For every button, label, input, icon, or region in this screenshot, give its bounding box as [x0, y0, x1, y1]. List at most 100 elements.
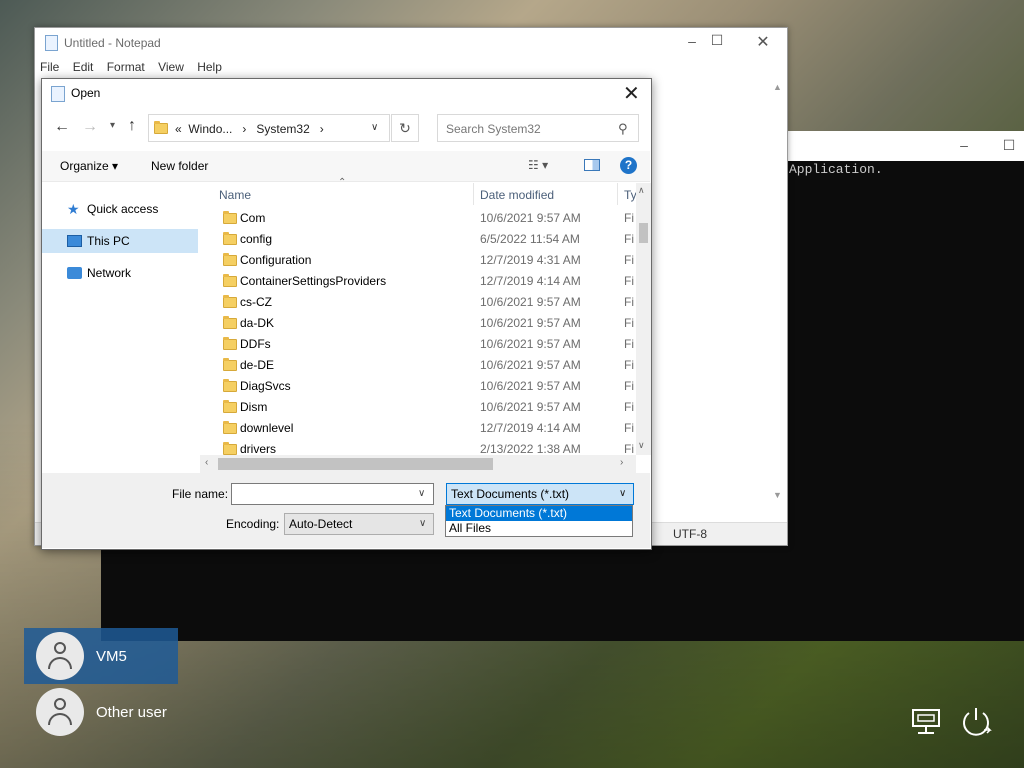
scrollbar-thumb[interactable] — [218, 458, 493, 470]
chevron-down-icon[interactable]: ∨ — [418, 488, 425, 499]
console-maximize-button[interactable]: ☐ — [986, 137, 1024, 154]
file-type-option-txt[interactable]: Text Documents (*.txt) — [446, 506, 632, 521]
list-item[interactable]: downlevel 12/7/2019 4:14 AM Fi — [214, 418, 634, 439]
console-minimize-button[interactable]: – — [941, 137, 987, 153]
refresh-button[interactable]: ↻ — [391, 114, 419, 142]
file-type-select[interactable]: Text Documents (*.txt) ∨ — [446, 483, 634, 505]
file-type: Fi — [624, 442, 634, 456]
folder-icon — [223, 253, 237, 266]
file-name: config — [240, 232, 273, 246]
column-header-type[interactable]: Ty — [624, 188, 637, 202]
notepad-icon — [45, 35, 58, 51]
file-date: 10/6/2021 9:57 AM — [480, 211, 581, 225]
dialog-close-button[interactable]: ✕ — [623, 81, 640, 106]
nav-quick-access[interactable]: ★ Quick access — [42, 197, 198, 221]
file-name: da-DK — [240, 316, 275, 330]
breadcrumb-overflow[interactable]: « — [175, 122, 182, 136]
forward-arrow-icon[interactable]: → — [82, 118, 98, 136]
help-icon[interactable]: ? — [620, 157, 637, 174]
view-options-icon[interactable]: ☷ ▾ — [528, 158, 548, 172]
breadcrumb-windows[interactable]: Windo... — [188, 122, 232, 136]
open-dialog: Open ✕ ← → ▾ ↑ « Windo... › System32 › ∨… — [41, 78, 652, 550]
list-item[interactable]: da-DK 10/6/2021 9:57 AM Fi — [214, 313, 634, 334]
nav-network[interactable]: Network — [42, 261, 198, 285]
network-status-icon[interactable] — [910, 706, 944, 738]
folder-icon — [223, 232, 237, 245]
column-divider[interactable] — [617, 183, 618, 205]
file-type: Fi — [624, 253, 634, 267]
list-item[interactable]: Configuration 12/7/2019 4:31 AM Fi — [214, 250, 634, 271]
list-item[interactable]: DiagSvcs 10/6/2021 9:57 AM Fi — [214, 376, 634, 397]
file-date: 10/6/2021 9:57 AM — [480, 337, 581, 351]
power-icon[interactable] — [958, 704, 994, 740]
file-name: DiagSvcs — [240, 379, 291, 393]
menu-help[interactable]: Help — [192, 58, 227, 76]
breadcrumb-separator: › — [242, 122, 247, 136]
menu-view[interactable]: View — [153, 58, 189, 76]
back-arrow-icon[interactable]: ← — [54, 118, 70, 136]
encoding-select[interactable]: Auto-Detect ∨ — [284, 513, 434, 535]
scrollbar-thumb[interactable] — [639, 223, 648, 243]
breadcrumb-separator[interactable]: › — [320, 122, 324, 136]
scroll-up-icon[interactable]: ▲ — [773, 82, 782, 92]
user-tile-other[interactable]: Other user — [24, 684, 178, 740]
chevron-down-icon[interactable]: ∨ — [419, 518, 426, 529]
preview-pane-icon[interactable] — [584, 159, 600, 171]
search-icon[interactable]: ⚲ — [618, 121, 628, 137]
file-type: Fi — [624, 295, 634, 309]
file-date: 10/6/2021 9:57 AM — [480, 358, 581, 372]
scroll-left-icon[interactable]: ‹ — [205, 457, 208, 468]
dialog-title: Open — [71, 86, 101, 100]
nav-label: This PC — [87, 234, 130, 248]
notepad-vertical-scrollbar[interactable]: ▲ ▼ — [769, 78, 786, 522]
list-item[interactable]: config 6/5/2022 11:54 AM Fi — [214, 229, 634, 250]
menu-format[interactable]: Format — [102, 58, 150, 76]
nav-label: Quick access — [87, 202, 159, 216]
console-output: Application. — [789, 162, 883, 177]
new-folder-button[interactable]: New folder — [151, 159, 208, 173]
list-item[interactable]: DDFs 10/6/2021 9:57 AM Fi — [214, 334, 634, 355]
scroll-up-icon[interactable]: ∧ — [638, 185, 645, 196]
network-icon — [67, 267, 82, 279]
menu-file[interactable]: File — [35, 58, 64, 76]
scroll-right-icon[interactable]: › — [620, 457, 623, 468]
up-arrow-icon[interactable]: ↑ — [128, 117, 136, 135]
user-tile-vm5[interactable]: VM5 — [24, 628, 178, 684]
file-list-horizontal-scrollbar[interactable]: ‹ › — [200, 455, 636, 473]
nav-this-pc[interactable]: This PC — [42, 229, 198, 253]
search-input[interactable]: Search System32 — [446, 122, 541, 136]
file-name-label: File name: — [172, 487, 229, 501]
file-date: 10/6/2021 9:57 AM — [480, 295, 581, 309]
organize-button[interactable]: Organize ▾ — [60, 159, 118, 173]
nav-label: Network — [87, 266, 132, 280]
status-encoding: UTF-8 — [673, 527, 707, 541]
file-date: 10/6/2021 9:57 AM — [480, 400, 581, 414]
file-type: Fi — [624, 379, 634, 393]
notepad-maximize-button[interactable]: ☐ — [694, 32, 740, 49]
scroll-down-icon[interactable]: ▼ — [773, 490, 782, 500]
folder-icon — [223, 421, 237, 434]
address-bar[interactable]: « Windo... › System32 › ∨ — [148, 114, 390, 142]
scroll-down-icon[interactable]: ∨ — [638, 440, 645, 451]
recent-locations-chevron-icon[interactable]: ▾ — [110, 120, 115, 131]
column-divider[interactable] — [473, 183, 474, 205]
file-type: Fi — [624, 211, 634, 225]
column-header-name[interactable]: Name — [219, 188, 251, 202]
file-type-option-all[interactable]: All Files — [446, 521, 632, 536]
list-item[interactable]: Dism 10/6/2021 9:57 AM Fi — [214, 397, 634, 418]
list-item[interactable]: ContainerSettingsProviders 12/7/2019 4:14… — [214, 271, 634, 292]
file-name-input[interactable]: ∨ — [231, 483, 434, 505]
list-item[interactable]: de-DE 10/6/2021 9:57 AM Fi — [214, 355, 634, 376]
list-item[interactable]: Com 10/6/2021 9:57 AM Fi — [214, 208, 634, 229]
menu-edit[interactable]: Edit — [68, 58, 99, 76]
breadcrumb-system32[interactable]: System32 — [256, 122, 309, 136]
list-item[interactable]: cs-CZ 10/6/2021 9:57 AM Fi — [214, 292, 634, 313]
address-dropdown-icon[interactable]: ∨ — [371, 122, 378, 133]
notepad-close-button[interactable]: ✕ — [740, 32, 786, 52]
file-name: drivers — [240, 442, 277, 456]
column-header-date[interactable]: Date modified — [480, 188, 554, 202]
file-type: Fi — [624, 274, 634, 288]
chevron-down-icon[interactable]: ∨ — [619, 488, 626, 499]
search-box[interactable]: Search System32 ⚲ — [437, 114, 639, 142]
file-list-vertical-scrollbar[interactable]: ∧ ∨ — [636, 183, 651, 455]
